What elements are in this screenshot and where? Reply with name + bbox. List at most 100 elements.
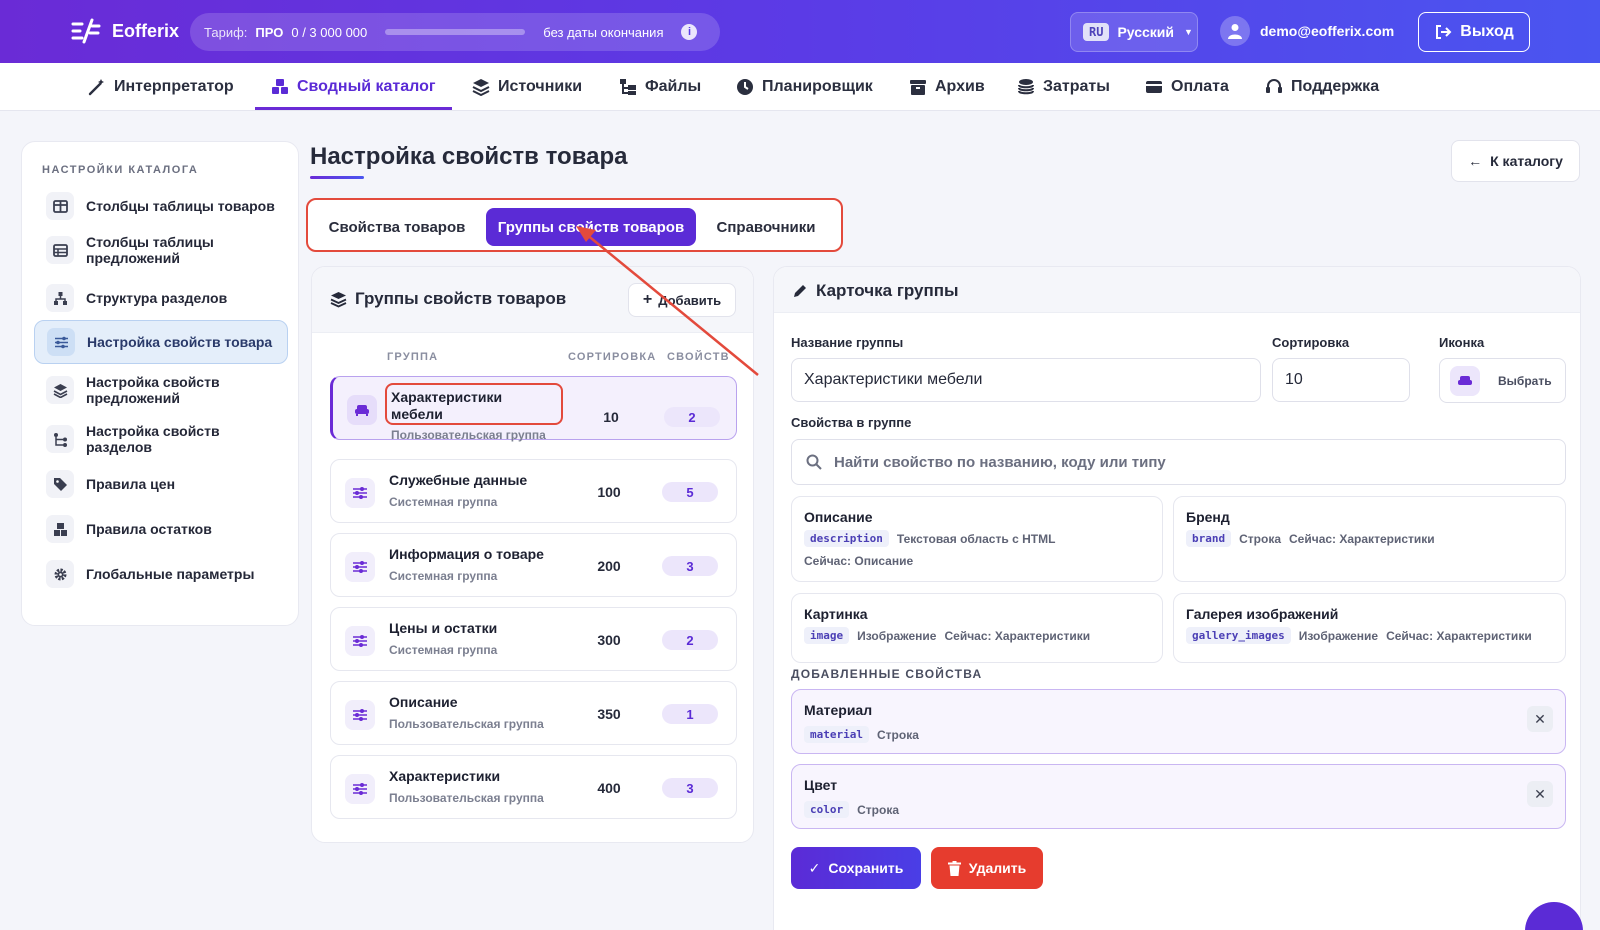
group-count-badge: 2: [662, 630, 718, 650]
language-select[interactable]: RU Русский ▼: [1070, 12, 1198, 52]
sidebar-item-section-properties[interactable]: Настройка свойств разделов: [34, 419, 288, 459]
groups-title-text: Группы свойств товаров: [355, 289, 567, 308]
property-tabs: Свойства товаров Группы свойств товаров …: [306, 198, 843, 252]
layers-icon: [330, 291, 347, 307]
nav-item-catalog[interactable]: Сводный каталог: [271, 63, 436, 111]
property-current-group: Сейчас: Характеристики: [944, 628, 1091, 643]
sidebar-item-product-properties[interactable]: Настройка свойств товара: [34, 320, 288, 364]
main-nav: Интерпретатор Сводный каталог Источники …: [0, 63, 1600, 111]
nav-label: Файлы: [645, 78, 702, 95]
sidebar-item-label: Правила цен: [86, 476, 176, 492]
property-type: Изображение: [857, 628, 937, 643]
nav-item-interpreter[interactable]: Интерпретатор: [88, 63, 234, 111]
props-in-group-label: Свойства в группе: [791, 415, 912, 430]
nav-item-sources[interactable]: Источники: [472, 63, 582, 111]
group-type: Пользовательская группа: [389, 791, 544, 805]
group-count-badge: 1: [662, 704, 718, 724]
sidebar-item-global-params[interactable]: Глобальные параметры: [34, 554, 288, 594]
nav-label: Оплата: [1171, 78, 1229, 95]
delete-button[interactable]: Удалить: [931, 847, 1043, 889]
property-current-group: Сейчас: Характеристики: [1289, 531, 1435, 546]
nav-label: Архив: [935, 78, 985, 95]
groups-panel-title: Группы свойств товаров: [330, 289, 566, 309]
tariff-plan: ПРО: [255, 24, 284, 40]
property-card[interactable]: Картинка image Изображение Сейчас: Харак…: [791, 593, 1163, 663]
headset-icon: [1266, 79, 1282, 93]
sidebar-item-price-rules[interactable]: Правила цен: [34, 464, 288, 504]
nav-item-payment[interactable]: Оплата: [1145, 63, 1229, 111]
trash-icon: [947, 860, 961, 876]
tab-property-groups[interactable]: Группы свойств товаров: [486, 208, 696, 246]
group-row[interactable]: Описание Пользовательская группа 350 1: [330, 681, 737, 745]
property-type: Строка: [876, 727, 919, 742]
group-sort: 200: [597, 558, 621, 574]
group-name-input[interactable]: Характеристики мебели: [791, 358, 1261, 402]
property-card[interactable]: Описание description Текстовая область с…: [791, 496, 1163, 582]
search-placeholder: Найти свойство по названию, коду или тип…: [834, 453, 1166, 471]
clock-icon: [737, 79, 753, 95]
group-name: Характеристики: [389, 768, 501, 784]
property-card[interactable]: Галерея изображений gallery_images Изобр…: [1173, 593, 1566, 663]
group-count-badge: 2: [664, 407, 720, 427]
property-name: Галерея изображений: [1186, 606, 1339, 622]
nav-item-files[interactable]: Файлы: [619, 63, 701, 111]
nav-label: Интерпретатор: [114, 78, 234, 95]
gear-icon: [46, 560, 74, 588]
group-sort: 10: [603, 409, 619, 425]
group-row[interactable]: Информация о товаре Системная группа 200…: [330, 533, 737, 597]
group-row[interactable]: Характеристики мебели Пользовательская г…: [330, 376, 737, 442]
remove-property-button[interactable]: ✕: [1527, 781, 1553, 807]
user-email: demo@eofferix.com: [1260, 23, 1395, 39]
sidebar-item-stock-rules[interactable]: Правила остатков: [34, 509, 288, 549]
nav-label: Планировщик: [762, 78, 873, 95]
back-to-catalog-button[interactable]: ← К каталогу: [1451, 140, 1580, 182]
nav-item-archive[interactable]: Архив: [909, 63, 985, 111]
column-header-count: СВОЙСТВ: [667, 351, 730, 363]
tariff-usage: 0 / 3 000 000: [291, 24, 368, 40]
property-search-input[interactable]: Найти свойство по названию, коду или тип…: [791, 439, 1566, 485]
logout-button[interactable]: Выход: [1418, 12, 1530, 52]
tab-dictionaries[interactable]: Справочники: [704, 208, 828, 246]
user-menu[interactable]: demo@eofferix.com: [1220, 16, 1394, 46]
property-card[interactable]: Бренд brand Строка Сейчас: Характеристик…: [1173, 496, 1566, 582]
group-row[interactable]: Цены и остатки Системная группа 300 2: [330, 607, 737, 671]
added-properties-heading: ДОБАВЛЕННЫЕ СВОЙСТВА: [791, 667, 983, 681]
settings-sidebar: НАСТРОЙКИ КАТАЛОГА Столбцы таблицы товар…: [21, 141, 299, 626]
nav-item-costs[interactable]: Затраты: [1017, 63, 1110, 111]
sidebar-item-offer-columns[interactable]: Столбцы таблицы предложений: [34, 230, 288, 270]
property-code: brand: [1186, 530, 1232, 547]
brand-logo[interactable]: Eofferix: [70, 18, 179, 44]
sort-input[interactable]: 10: [1272, 358, 1410, 402]
group-row[interactable]: Характеристики Пользовательская группа 4…: [330, 755, 737, 819]
sidebar-item-label: Настройка свойств предложений: [86, 374, 220, 406]
sidebar-item-product-columns[interactable]: Столбцы таблицы товаров: [34, 186, 288, 226]
sliders-icon: [345, 626, 375, 656]
save-button[interactable]: ✓ Сохранить: [791, 847, 921, 889]
property-current-group: Сейчас: Описание: [804, 554, 914, 568]
property-name: Описание: [804, 509, 873, 525]
group-type: Пользовательская группа: [389, 717, 544, 731]
add-group-button[interactable]: + Добавить: [628, 283, 736, 317]
sidebar-item-label: Столбцы таблицы предложений: [86, 234, 214, 266]
group-name: Служебные данные: [389, 472, 528, 488]
sidebar-item-offer-properties[interactable]: Настройка свойств предложений: [34, 370, 288, 410]
coins-icon: [1018, 79, 1034, 95]
property-name: Картинка: [804, 606, 868, 622]
arrow-left-icon: ←: [1468, 153, 1483, 169]
info-icon[interactable]: i: [681, 24, 698, 40]
sofa-icon: [1450, 365, 1480, 396]
table-icon: [46, 236, 74, 264]
nav-item-scheduler[interactable]: Планировщик: [736, 63, 873, 111]
group-row[interactable]: Служебные данные Системная группа 100 5: [330, 459, 737, 523]
tab-product-properties[interactable]: Свойства товаров: [316, 208, 478, 246]
remove-property-button[interactable]: ✕: [1527, 706, 1553, 732]
sidebar-item-section-structure[interactable]: Структура разделов: [34, 278, 288, 318]
sidebar-item-label: Правила остатков: [86, 521, 212, 537]
tree-icon: [46, 425, 74, 453]
icon-picker-button[interactable]: Выбрать: [1439, 358, 1566, 403]
sliders-icon: [345, 478, 375, 508]
group-name-label: Название группы: [791, 335, 904, 350]
nav-label: Затраты: [1043, 78, 1110, 95]
nav-item-support[interactable]: Поддержка: [1265, 63, 1379, 111]
added-property-name: Материал: [804, 702, 873, 718]
